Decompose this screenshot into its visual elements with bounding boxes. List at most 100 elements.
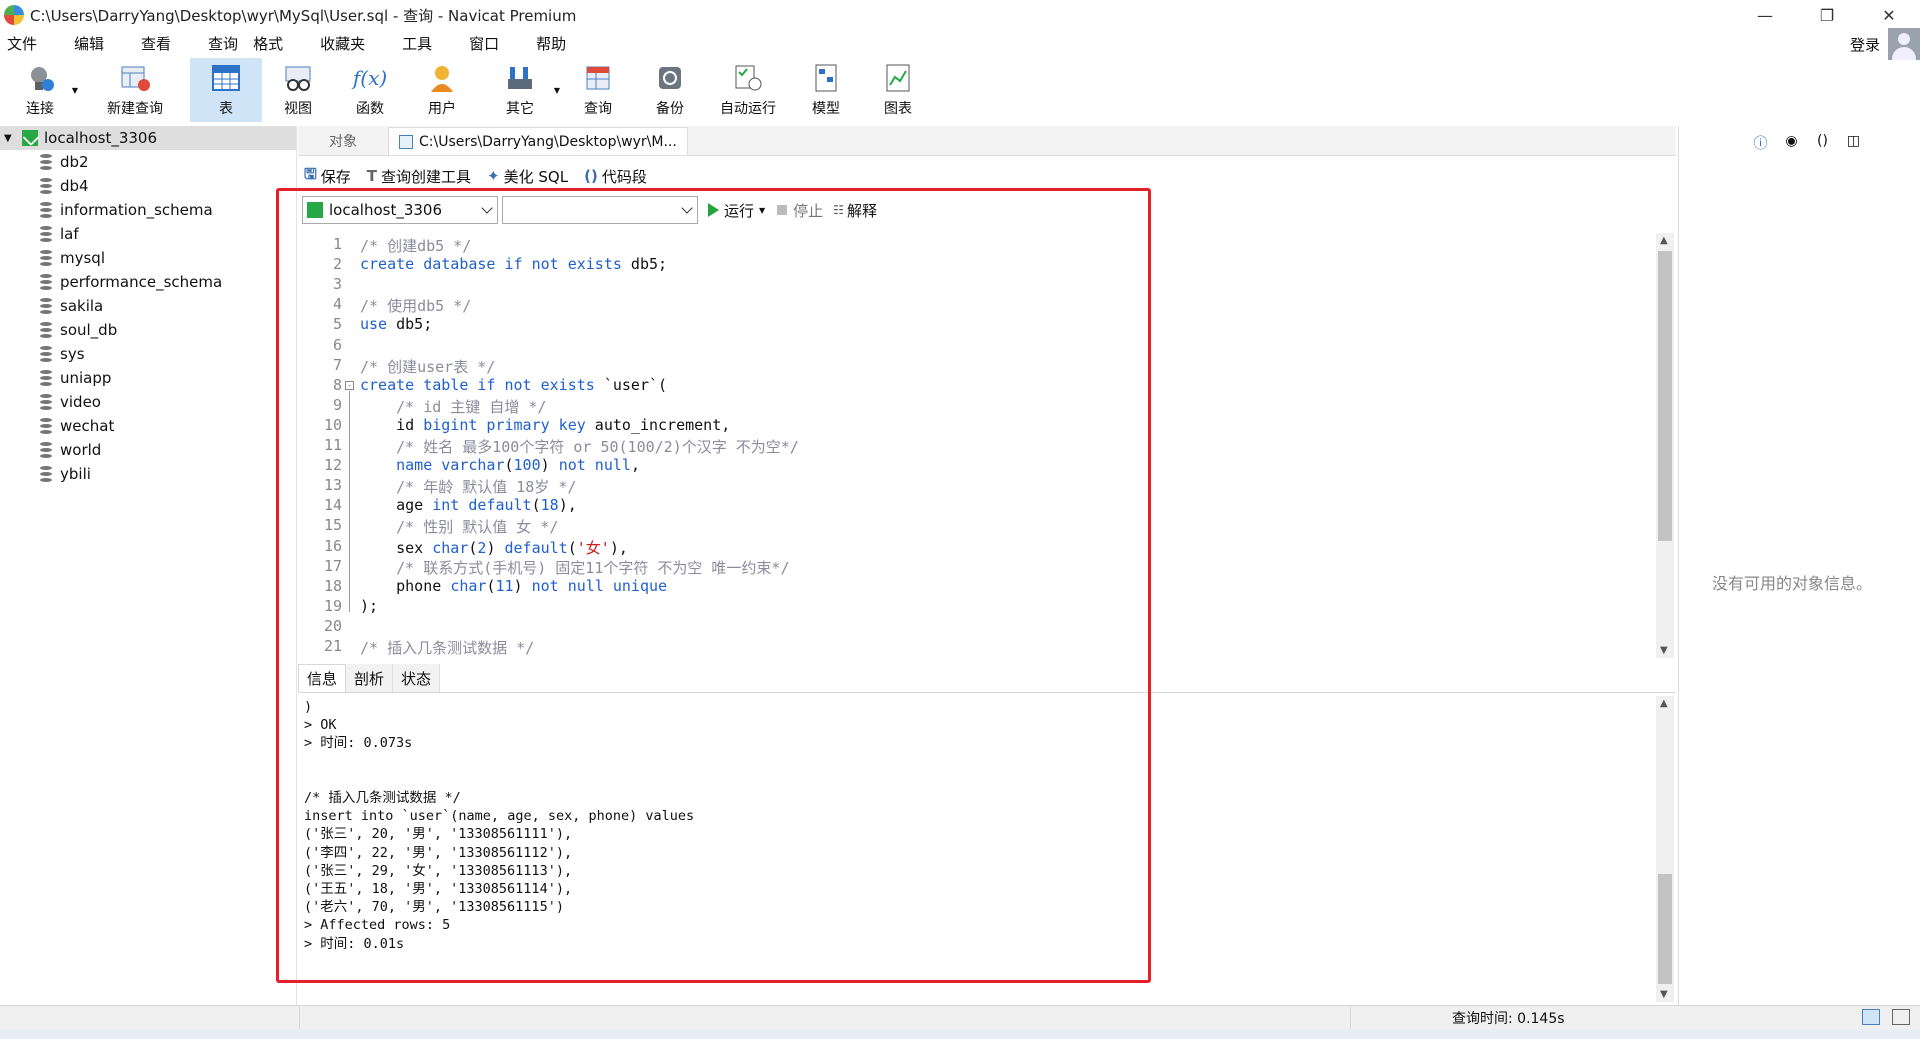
database-icon bbox=[40, 154, 52, 170]
database-item[interactable]: sys bbox=[0, 342, 296, 366]
database-item[interactable]: video bbox=[0, 390, 296, 414]
database-label: wechat bbox=[60, 417, 115, 435]
taskbar-strip bbox=[0, 1029, 1920, 1039]
query-button[interactable]: 查询 bbox=[562, 58, 634, 122]
database-item[interactable]: ybili bbox=[0, 462, 296, 486]
tab-query[interactable]: C:\Users\DarryYang\Desktop\wyr\M... bbox=[388, 127, 688, 155]
status-bar: 查询时间: 0.145s bbox=[0, 1005, 1920, 1030]
database-item[interactable]: sakila bbox=[0, 294, 296, 318]
columns-icon[interactable]: ◫ bbox=[1838, 133, 1869, 153]
database-icon bbox=[40, 346, 52, 362]
database-icon bbox=[40, 226, 52, 242]
layout-toggle-icon[interactable] bbox=[1862, 1009, 1880, 1025]
restore-button[interactable]: ❐ bbox=[1796, 0, 1858, 30]
brackets-icon[interactable]: () bbox=[1807, 133, 1838, 153]
database-item[interactable]: db2 bbox=[0, 150, 296, 174]
tab-query-label: C:\Users\DarryYang\Desktop\wyr\M... bbox=[419, 133, 677, 150]
auto-run-button[interactable]: 自动运行 bbox=[706, 58, 790, 122]
database-item[interactable]: soul_db bbox=[0, 318, 296, 342]
database-icon bbox=[40, 418, 52, 434]
connection-label: localhost_3306 bbox=[44, 129, 158, 147]
scroll-down-icon[interactable]: ▼ bbox=[1660, 645, 1668, 656]
menu-edit[interactable]: 编辑 bbox=[67, 33, 104, 54]
new-query-button[interactable]: 新建查询 bbox=[80, 58, 190, 122]
window-title: C:\Users\DarryYang\Desktop\wyr\MySql\Use… bbox=[30, 6, 577, 25]
query-builder-label: 查询创建工具 bbox=[381, 167, 472, 186]
menu-help[interactable]: 帮助 bbox=[529, 33, 566, 54]
database-item[interactable]: performance_schema bbox=[0, 270, 296, 294]
database-item[interactable]: wechat bbox=[0, 414, 296, 438]
connection-localhost[interactable]: ▼ localhost_3306 bbox=[0, 126, 296, 150]
connection-icon bbox=[22, 130, 38, 146]
result-scrollbar[interactable]: ▲ ▼ bbox=[1656, 696, 1674, 1002]
view-button[interactable]: 视图 bbox=[262, 58, 334, 122]
database-icon bbox=[40, 202, 52, 218]
object-info-pane bbox=[1678, 126, 1920, 1006]
database-item[interactable]: information_schema bbox=[0, 198, 296, 222]
chart-icon bbox=[882, 62, 914, 94]
backup-button[interactable]: 备份 bbox=[634, 58, 706, 122]
database-label: laf bbox=[60, 225, 79, 243]
query-label: 查询 bbox=[584, 101, 612, 117]
table-button[interactable]: 表 bbox=[190, 58, 262, 122]
save-button[interactable]: 🖫 保存 bbox=[304, 164, 351, 189]
scroll-up-icon[interactable]: ▲ bbox=[1660, 698, 1668, 709]
no-object-info-message: 没有可用的对象信息。 bbox=[1712, 574, 1873, 593]
view-icon bbox=[282, 62, 314, 94]
database-label: mysql bbox=[60, 249, 105, 267]
close-button[interactable]: ✕ bbox=[1858, 0, 1920, 30]
scroll-down-icon[interactable]: ▼ bbox=[1660, 989, 1668, 1000]
chart-label: 图表 bbox=[884, 101, 912, 117]
backup-icon bbox=[654, 62, 686, 94]
other-button[interactable]: 其它 ▼ bbox=[478, 58, 562, 122]
query-time: 查询时间: 0.145s bbox=[1452, 1010, 1565, 1027]
chart-button[interactable]: 图表 bbox=[862, 58, 934, 122]
brackets-icon: () bbox=[584, 167, 598, 185]
database-label: db4 bbox=[60, 177, 89, 195]
panel-toggle-icon[interactable] bbox=[1892, 1009, 1910, 1025]
database-item[interactable]: mysql bbox=[0, 246, 296, 270]
menu-tools[interactable]: 工具 bbox=[395, 33, 432, 54]
beautify-sql-button[interactable]: ✦ 美化 SQL bbox=[487, 166, 568, 187]
database-item[interactable]: world bbox=[0, 438, 296, 462]
tab-objects[interactable]: 对象 bbox=[298, 127, 388, 155]
login-area[interactable]: 登录 bbox=[1850, 28, 1920, 60]
function-button[interactable]: f(x) 函数 bbox=[334, 58, 406, 122]
minimize-button[interactable]: — bbox=[1734, 0, 1796, 30]
backup-label: 备份 bbox=[656, 101, 684, 117]
database-icon bbox=[40, 178, 52, 194]
model-button[interactable]: 模型 bbox=[790, 58, 862, 122]
database-item[interactable]: laf bbox=[0, 222, 296, 246]
table-label: 表 bbox=[219, 101, 233, 117]
connection-navigator: ▼ localhost_3306 db2 db4 information_schem… bbox=[0, 126, 297, 1006]
avatar[interactable] bbox=[1888, 28, 1920, 60]
login-label[interactable]: 登录 bbox=[1850, 34, 1880, 55]
query-builder-button[interactable]: T 查询创建工具 bbox=[367, 166, 471, 187]
scroll-up-icon[interactable]: ▲ bbox=[1660, 235, 1668, 246]
editor-scrollbar[interactable]: ▲ ▼ bbox=[1656, 233, 1674, 658]
menu-window[interactable]: 窗口 bbox=[462, 33, 499, 54]
database-label: video bbox=[60, 393, 101, 411]
connect-button[interactable]: 连接 ▼ bbox=[0, 58, 80, 122]
info-icon[interactable]: ⓘ bbox=[1745, 133, 1776, 153]
eye-icon[interactable]: ◉ bbox=[1776, 133, 1807, 153]
database-label: information_schema bbox=[60, 201, 213, 219]
save-icon: 🖫 bbox=[304, 164, 317, 183]
database-item[interactable]: db4 bbox=[0, 174, 296, 198]
menu-file[interactable]: 文件 bbox=[0, 33, 37, 54]
user-button[interactable]: 用户 bbox=[406, 58, 478, 122]
menu-view[interactable]: 查看 bbox=[134, 33, 171, 54]
query-toolbar: 🖫 保存 T 查询创建工具 ✦ 美化 SQL () 代码段 bbox=[298, 163, 657, 189]
menu-query[interactable]: 查询 bbox=[201, 33, 238, 54]
expand-chevron-icon[interactable]: ▼ bbox=[4, 133, 18, 144]
title-bar: C:\Users\DarryYang\Desktop\wyr\MySql\Use… bbox=[0, 0, 1920, 30]
scroll-thumb[interactable] bbox=[1658, 251, 1672, 541]
scroll-thumb[interactable] bbox=[1658, 874, 1672, 984]
code-snippet-button[interactable]: () 代码段 bbox=[584, 166, 647, 187]
database-label: sys bbox=[60, 345, 85, 363]
database-icon bbox=[40, 274, 52, 290]
menu-favorites[interactable]: 收藏夹 bbox=[313, 33, 365, 54]
table-icon bbox=[210, 62, 242, 94]
database-item[interactable]: uniapp bbox=[0, 366, 296, 390]
menu-format[interactable]: 格式 bbox=[246, 33, 283, 54]
